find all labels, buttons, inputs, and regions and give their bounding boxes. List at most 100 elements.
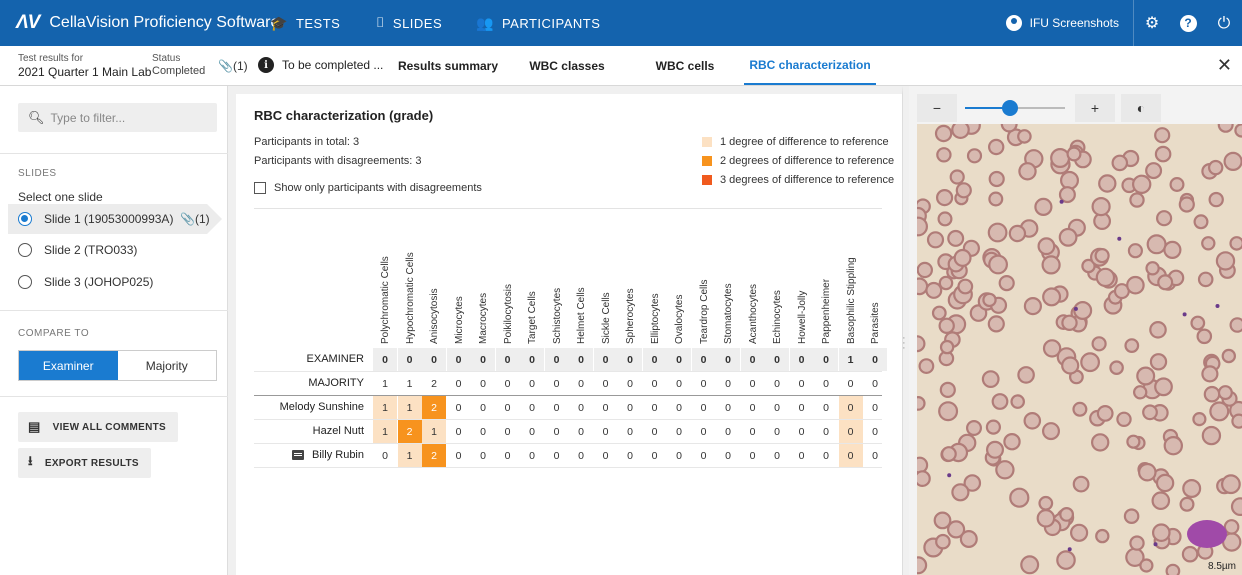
compare-examiner-button[interactable]: Examiner [19,351,118,380]
red-blood-cell [1061,314,1078,331]
legend-swatch [702,137,712,147]
slide-option-2[interactable]: Slide 2 (TRO033) [18,237,137,263]
red-blood-cell [1181,545,1199,563]
nav-slides[interactable]: ⌷ SLIDES [376,15,442,31]
tab-rbc-characterization[interactable]: RBC characterization [744,46,876,85]
zoom-slider-handle[interactable] [1002,100,1018,116]
grid-cell: 0 [823,401,829,414]
column-header: Ovalocytes [667,234,691,344]
settings-button[interactable]: ⚙ [1134,0,1170,46]
slide-filter-input[interactable]: 🔍︎ Type to filter... [18,103,217,132]
red-blood-cell [1136,366,1156,386]
attachment-count: (1) [232,59,248,73]
radio-unselected[interactable] [18,275,32,289]
grid-cell: 0 [798,449,805,462]
red-blood-cell [1178,196,1195,213]
platelet [1059,199,1064,204]
test-attachments[interactable]: 📎(1) [218,59,248,73]
grid-cell: 2 [431,377,437,390]
red-blood-cell [949,169,965,185]
grid-cell: 0 [382,449,388,462]
zoom-slider[interactable] [965,100,1065,116]
red-blood-cell [1149,321,1167,339]
red-blood-cell [936,147,952,163]
user-menu[interactable]: IFU Screenshots [992,0,1134,46]
slides-heading: SLIDES [18,168,57,179]
compare-to-toggle: Examiner Majority [18,350,217,381]
red-blood-cell [936,188,954,207]
red-blood-cell [1139,558,1154,573]
help-icon: ? [1179,14,1197,32]
red-blood-cell [1201,425,1222,446]
participant-row-label[interactable]: Melody Sunshine [254,395,364,419]
red-blood-cell [988,254,1008,275]
red-blood-cell [1138,462,1157,482]
grid-cell: 0 [872,377,878,390]
tab-wbc-cells[interactable]: WBC cells [640,46,730,85]
logout-button[interactable]: ⏻ [1206,0,1242,46]
blood-smear-image[interactable]: 8.5µm [917,124,1242,575]
close-icon[interactable]: ✕ [1217,55,1232,76]
red-blood-cell [939,381,956,398]
red-blood-cell [1041,422,1060,441]
red-blood-cell [1145,162,1163,180]
view-all-comments-button[interactable]: ▤ VIEW ALL COMMENTS [18,412,179,442]
grid-cell: 0 [798,401,805,414]
platelet [1073,306,1078,311]
to-be-completed-note[interactable]: i To be completed ... [258,57,383,73]
slide-viewer: − + ◐ 8.5µm [909,86,1242,575]
drag-handle-icon[interactable]: · · · [902,333,906,354]
tab-wbc-classes[interactable]: WBC classes [512,46,622,85]
checkbox-label: Show only participants with disagreement… [274,182,482,194]
nav-participants[interactable]: 👥 PARTICIPANTS [476,15,600,32]
red-blood-cell [1151,491,1171,510]
red-blood-cell [1008,224,1027,243]
compare-majority-button[interactable]: Majority [118,351,217,380]
grid-cell: 0 [578,425,584,438]
red-blood-cell [1217,124,1234,133]
red-blood-cell [940,446,957,462]
grid-cell: 0 [700,401,707,414]
participant-row-label[interactable]: Billy Rubin [254,443,364,467]
filter-placeholder: Type to filter... [50,110,126,125]
slide-option-1[interactable]: Slide 1 (19053000993A) [18,206,173,232]
grid-cell: 0 [823,377,829,390]
red-blood-cell [917,216,928,237]
column-header: Basophilic Stippling [839,234,863,344]
red-blood-cell [1208,191,1224,208]
red-blood-cell [966,148,983,164]
radio-unselected[interactable] [18,243,32,257]
column-header: Stomatocytes [716,234,740,344]
column-header: Acanthocytes [741,234,765,344]
red-blood-cell [1209,401,1230,422]
zoom-in-button[interactable]: + [1075,94,1115,122]
nav-tests-label: TESTS [295,16,341,31]
contrast-button[interactable]: ◐ [1121,94,1161,122]
red-blood-cell [1196,328,1213,345]
red-blood-cell [1023,411,1042,430]
participant-row-label[interactable]: Hazel Nutt [254,419,364,443]
help-button[interactable]: ? [1170,0,1206,46]
grid-cell: 0 [593,348,618,371]
tab-results-summary[interactable]: Results summary [390,46,506,85]
grid-cell: 0 [700,449,707,462]
nav-tests[interactable]: 🎓 TESTS [270,15,340,32]
grid-cell: 0 [578,377,584,390]
slide-attachments[interactable]: 📎(1) [180,212,210,226]
grid-cell: 0 [765,348,789,371]
zoom-out-button[interactable]: − [917,94,957,122]
grid-cell: 0 [529,449,535,462]
export-results-button[interactable]: ⭳ EXPORT RESULTS [18,448,151,478]
show-disagreements-checkbox[interactable]: Show only participants with disagreement… [254,182,482,194]
grid-cell: 0 [455,401,462,414]
grid-cell: 2 [422,444,446,467]
checkbox[interactable] [254,182,266,194]
row-label-text: Hazel Nutt [312,425,364,437]
red-blood-cell [1165,563,1181,575]
grid-cell: 0 [863,348,887,371]
red-blood-cell [937,211,953,227]
slide-option-3[interactable]: Slide 3 (JOHOP025) [18,269,153,295]
grid-cell: 0 [446,348,471,371]
radio-selected[interactable] [18,212,32,226]
comment-icon[interactable] [292,450,305,460]
